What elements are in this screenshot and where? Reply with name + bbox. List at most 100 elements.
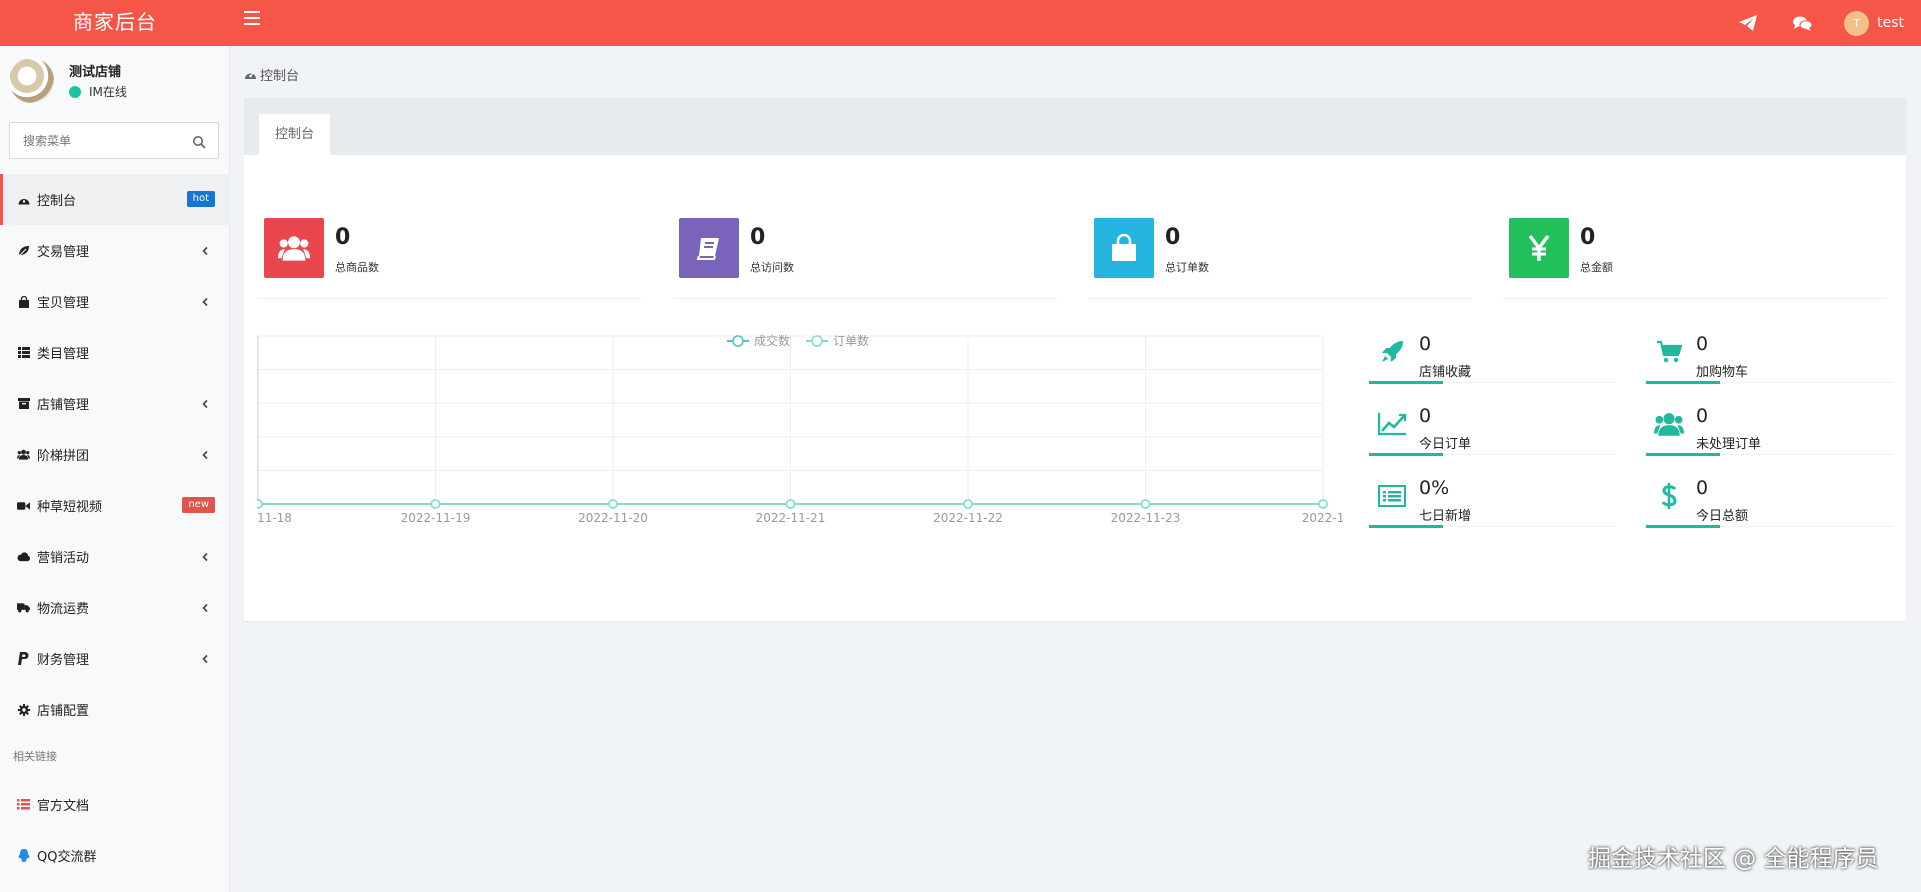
x-tick-label: 2022-11-19 xyxy=(401,511,471,525)
breadcrumb-label[interactable]: 控制台 xyxy=(260,65,299,84)
chevron-left-icon[interactable] xyxy=(200,653,210,664)
accent-bar xyxy=(1646,453,1720,456)
sidebar-item-label: 控制台 xyxy=(37,194,77,209)
tab-dashboard[interactable]: 控制台 xyxy=(259,114,330,155)
gear-icon xyxy=(17,703,30,716)
accent-bar xyxy=(1369,453,1443,456)
tab-bar: 控制台 xyxy=(244,98,1906,155)
stat-label: 总金额 xyxy=(1580,261,1613,274)
legend-label: 成交数 xyxy=(754,333,790,348)
stat-label: 总访问数 xyxy=(750,261,794,274)
im-status: IM在线 xyxy=(69,83,127,100)
sidebar-badge: hot xyxy=(186,191,215,207)
watermark: 掘金技术社区 @ 全能程序员 xyxy=(1588,846,1879,872)
stat-value: 0 xyxy=(1580,225,1596,250)
sidebar-item-4[interactable]: 店铺管理 xyxy=(0,378,230,429)
comments-icon[interactable] xyxy=(1790,11,1814,35)
user-name: test xyxy=(1877,15,1904,31)
accent-bar xyxy=(1646,381,1720,384)
dashboard-panel: 控制台 0 总商品数 0 总访问数 0 总订单数 0 总金额 11-18 2022-11-19 2… xyxy=(244,98,1906,621)
user-menu[interactable]: T test xyxy=(1844,10,1904,36)
rocket-icon xyxy=(1377,337,1407,367)
sidebar-badge: new xyxy=(182,497,215,513)
divider xyxy=(1088,298,1472,299)
x-tick-label: 2022-11-20 xyxy=(578,511,648,525)
chevron-left-icon[interactable] xyxy=(200,245,210,256)
dashboard-icon xyxy=(245,72,256,79)
mini-stat: 0 未处理订单 xyxy=(1646,403,1893,461)
stat-label: 总商品数 xyxy=(335,261,379,274)
x-tick-label: 2022-11-22 xyxy=(933,511,1003,525)
chevron-left-icon[interactable] xyxy=(200,296,210,307)
leaf-icon xyxy=(17,244,30,257)
mini-stat-value: 0% xyxy=(1419,477,1450,499)
mini-stat: 0% 七日新增 xyxy=(1369,475,1616,533)
stat-card: 0 总金额 xyxy=(1489,218,1887,320)
mini-stat-value: 0 xyxy=(1696,333,1709,355)
chevron-left-icon[interactable] xyxy=(200,398,210,409)
mini-stat: 0 今日订单 xyxy=(1369,403,1616,461)
sidebar-item-7[interactable]: 营销活动 xyxy=(0,531,230,582)
data-point xyxy=(785,499,796,509)
mini-stat-value: 0 xyxy=(1696,477,1709,499)
sidebar-item-label: 财务管理 xyxy=(37,653,90,668)
sidebar-link-label: QQ交流群 xyxy=(37,850,97,865)
x-tick-label: 2022-11-21 xyxy=(756,511,826,525)
menu-toggle-icon[interactable] xyxy=(244,11,260,25)
shop-profile: 测试店铺 IM在线 xyxy=(9,58,219,106)
x-tick-label: 11-18 xyxy=(257,511,292,525)
sidebar-item-1[interactable]: 交易管理 xyxy=(0,225,230,276)
sidebar-item-10[interactable]: 店铺配置 xyxy=(0,684,230,735)
mini-stat-value: 0 xyxy=(1419,333,1432,355)
archive-icon xyxy=(17,397,30,410)
sidebar-item-label: 物流运费 xyxy=(37,602,90,617)
chevron-left-icon[interactable] xyxy=(200,551,210,562)
sidebar-link-label: 官方文档 xyxy=(37,799,90,814)
divider xyxy=(1503,298,1887,299)
sidebar-item-0[interactable]: 控制台 hot xyxy=(0,174,230,225)
book-icon xyxy=(679,218,739,278)
menu-search-input[interactable] xyxy=(10,123,180,158)
avatar: T xyxy=(1844,10,1870,36)
sidebar-link-0[interactable]: 官方文档 xyxy=(0,779,230,830)
menu-search xyxy=(9,122,219,159)
accent-bar xyxy=(1369,381,1443,384)
paypal-icon xyxy=(17,652,30,665)
sidebar-item-8[interactable]: 物流运费 xyxy=(0,582,230,633)
stat-value: 0 xyxy=(335,225,351,250)
chevron-left-icon[interactable] xyxy=(200,449,210,460)
im-status-label: IM在线 xyxy=(89,85,127,99)
stat-card: 0 总访问数 xyxy=(659,218,1057,320)
stat-card: 0 总商品数 xyxy=(244,218,642,320)
mini-stat: 0 店铺收藏 xyxy=(1369,331,1616,389)
data-point xyxy=(1318,499,1328,509)
sidebar-nav: 控制台 hot 交易管理宝贝管理 类目管理 店铺管理 阶梯拼团 种草短视频 new 营销活动物流… xyxy=(0,174,230,881)
divider xyxy=(258,298,642,299)
search-icon[interactable] xyxy=(192,134,206,149)
brand-title[interactable]: 商家后台 xyxy=(0,0,230,46)
list-alt-icon xyxy=(17,798,30,811)
stat-label: 总订单数 xyxy=(1165,261,1209,274)
sidebar-item-5[interactable]: 阶梯拼团 xyxy=(0,429,230,480)
list-icon xyxy=(17,346,30,359)
sidebar-item-3[interactable]: 类目管理 xyxy=(0,327,230,378)
mini-stat: 0 加购物车 xyxy=(1646,331,1893,389)
sidebar-item-2[interactable]: 宝贝管理 xyxy=(0,276,230,327)
data-point xyxy=(257,499,263,509)
data-point xyxy=(1140,499,1151,509)
video-icon xyxy=(17,499,30,512)
divider xyxy=(673,298,1057,299)
mini-stat-value: 0 xyxy=(1419,405,1432,427)
line-chart-icon xyxy=(1377,409,1407,439)
sidebar-item-9[interactable]: 财务管理 xyxy=(0,633,230,684)
sidebar-link-1[interactable]: QQ交流群 xyxy=(0,830,230,881)
sidebar-item-label: 交易管理 xyxy=(37,245,90,260)
sidebar-section-header: 相关链接 xyxy=(13,750,57,763)
shop-name: 测试店铺 xyxy=(69,65,122,80)
chevron-left-icon[interactable] xyxy=(200,602,210,613)
data-point xyxy=(963,499,973,509)
paper-plane-icon[interactable] xyxy=(1736,11,1760,35)
truck-icon xyxy=(17,601,30,614)
sidebar-item-label: 营销活动 xyxy=(37,551,90,566)
sidebar-item-6[interactable]: 种草短视频 new xyxy=(0,480,230,531)
